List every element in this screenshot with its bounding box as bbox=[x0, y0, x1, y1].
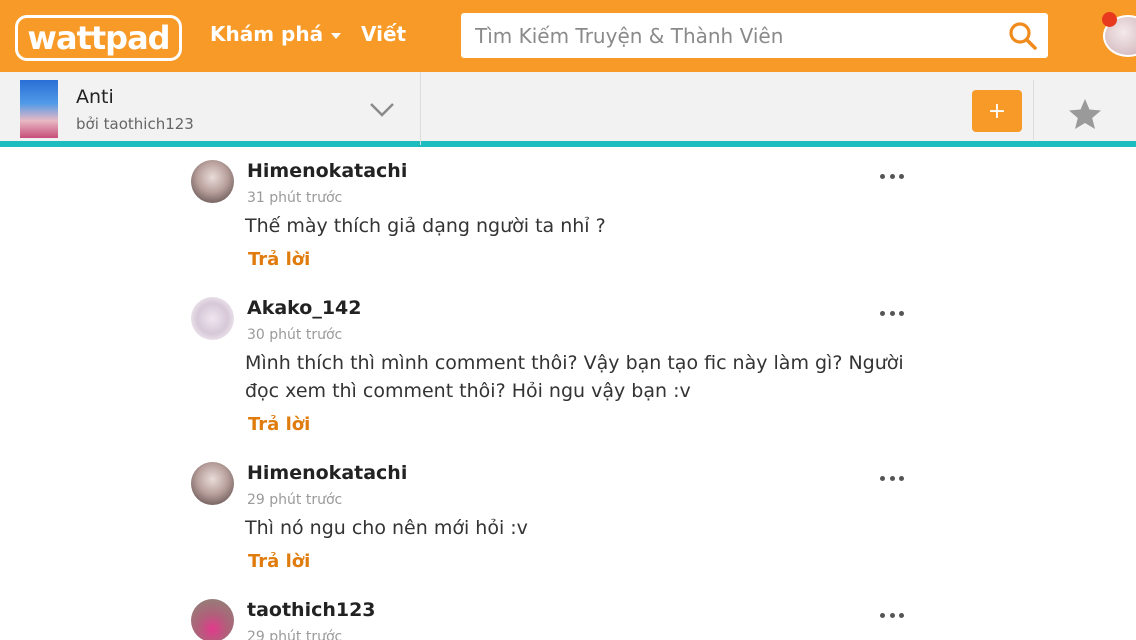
discover-menu[interactable]: Khám phá bbox=[210, 22, 342, 46]
write-link[interactable]: Viết bbox=[361, 22, 406, 46]
logo-text: wattpad bbox=[27, 19, 170, 57]
story-author[interactable]: bởi taothich123 bbox=[76, 115, 194, 133]
comment-text: Thế mày thích giả dạng người ta nhỉ ? bbox=[245, 215, 606, 237]
caret-down-icon bbox=[331, 33, 342, 39]
star-icon[interactable] bbox=[1068, 98, 1102, 130]
comment-time: 29 phút trước bbox=[247, 629, 343, 640]
commenter-avatar[interactable] bbox=[191, 160, 234, 203]
story-header-bar: Anti bởi taothich123 + bbox=[0, 72, 1136, 147]
reply-button[interactable]: Trả lời bbox=[248, 414, 310, 435]
story-title[interactable]: Anti bbox=[76, 86, 114, 108]
reply-button[interactable]: Trả lời bbox=[248, 249, 310, 270]
commenter-name[interactable]: Akako_142 bbox=[247, 297, 362, 319]
search-input[interactable] bbox=[461, 13, 991, 58]
commenter-avatar[interactable] bbox=[191, 297, 234, 340]
comment-text: Mình thích thì mình comment thôi? Vậy bạ… bbox=[245, 352, 904, 402]
chevron-down-icon[interactable] bbox=[369, 102, 395, 118]
more-options-icon[interactable] bbox=[880, 613, 904, 621]
comment-time: 29 phút trước bbox=[247, 492, 343, 508]
commenter-name[interactable]: Himenokatachi bbox=[247, 160, 407, 182]
comment-time: 30 phút trước bbox=[247, 327, 343, 343]
wattpad-logo[interactable]: wattpad bbox=[15, 15, 182, 61]
reply-button[interactable]: Trả lời bbox=[248, 551, 310, 572]
more-options-icon[interactable] bbox=[880, 311, 904, 319]
discover-label: Khám phá bbox=[210, 22, 324, 46]
commenter-avatar[interactable] bbox=[191, 462, 234, 505]
commenter-name[interactable]: taothich123 bbox=[247, 599, 376, 621]
story-cover-image[interactable] bbox=[20, 80, 58, 138]
divider bbox=[1033, 80, 1034, 140]
commenter-name[interactable]: Himenokatachi bbox=[247, 462, 407, 484]
search-box bbox=[461, 13, 1048, 58]
commenter-avatar[interactable] bbox=[191, 599, 234, 640]
notification-dot bbox=[1102, 12, 1117, 27]
search-icon[interactable] bbox=[1008, 21, 1038, 51]
divider bbox=[420, 72, 421, 145]
comment-text: Thì nó ngu cho nên mới hỏi :v bbox=[245, 517, 528, 539]
more-options-icon[interactable] bbox=[880, 476, 904, 484]
top-navigation-bar: wattpad Khám phá Viết bbox=[0, 0, 1136, 72]
add-to-library-button[interactable]: + bbox=[972, 90, 1022, 132]
more-options-icon[interactable] bbox=[880, 174, 904, 182]
comment-time: 31 phút trước bbox=[247, 190, 343, 206]
